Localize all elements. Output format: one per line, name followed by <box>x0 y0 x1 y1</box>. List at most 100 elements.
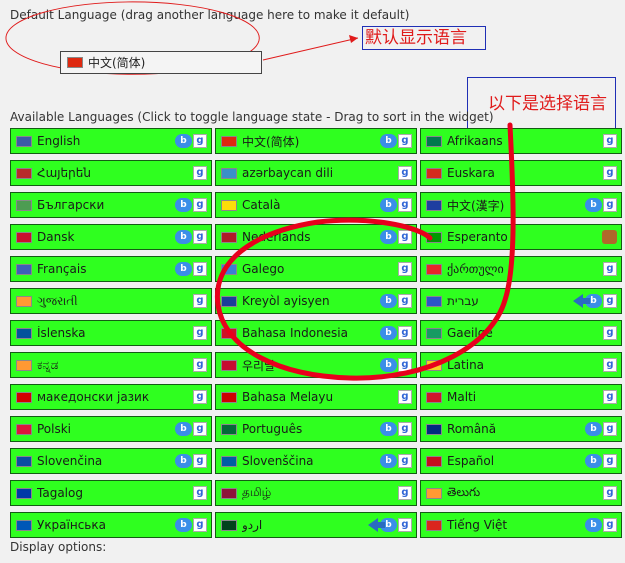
bing-icon: b <box>585 518 602 532</box>
language-item[interactable]: Български b g <box>10 192 212 218</box>
language-item[interactable]: עברית b g <box>420 288 622 314</box>
language-item[interactable]: Bahasa Melayu g <box>215 384 417 410</box>
language-item[interactable]: Bahasa Indonesia b g <box>215 320 417 346</box>
language-item[interactable]: Íslenska g <box>10 320 212 346</box>
language-item[interactable]: اردو b g <box>215 512 417 538</box>
flag-icon <box>221 327 237 339</box>
engine-badges: g <box>603 166 617 180</box>
language-item[interactable]: Português b g <box>215 416 417 442</box>
engine-badges: g <box>398 390 412 404</box>
language-item[interactable]: Tagalog g <box>10 480 212 506</box>
bing-icon: b <box>380 454 397 468</box>
language-item[interactable]: Polski b g <box>10 416 212 442</box>
language-item[interactable]: Latina g <box>420 352 622 378</box>
language-item[interactable]: Slovenčina b g <box>10 448 212 474</box>
google-icon: g <box>603 422 617 436</box>
engine-badges: bg <box>585 454 617 468</box>
language-item[interactable]: Afrikaans g <box>420 128 622 154</box>
engine-badges: g <box>193 326 207 340</box>
google-icon: g <box>193 230 207 244</box>
language-item[interactable]: Français b g <box>10 256 212 282</box>
bing-icon: b <box>380 422 397 436</box>
engine-badges: bg <box>585 422 617 436</box>
language-name: Bahasa Indonesia <box>242 326 348 340</box>
bing-icon: b <box>380 198 397 212</box>
language-name: Íslenska <box>37 326 86 340</box>
flag-icon <box>16 359 32 371</box>
bing-icon: b <box>175 422 192 436</box>
language-item[interactable]: македонски јазик g <box>10 384 212 410</box>
bing-icon: b <box>380 134 397 148</box>
default-language-dropzone[interactable]: 中文(简体) <box>60 51 262 74</box>
google-icon: g <box>193 294 207 308</box>
language-item[interactable]: Esperanto <box>420 224 622 250</box>
engine-badges: g <box>603 358 617 372</box>
language-item[interactable]: Slovenščina b g <box>215 448 417 474</box>
flag-icon <box>221 519 237 531</box>
language-item[interactable]: Español b g <box>420 448 622 474</box>
engine-badges: bg <box>175 454 207 468</box>
language-item[interactable]: Kreyòl ayisyen b g <box>215 288 417 314</box>
flag-icon <box>426 359 442 371</box>
language-item[interactable]: ગુજરાતી g <box>10 288 212 314</box>
language-item[interactable]: Dansk b g <box>10 224 212 250</box>
language-name: Català <box>242 198 281 212</box>
language-name: Tiếng Việt <box>447 518 508 532</box>
annotation-available-note: 以下是选择语言 <box>467 77 616 135</box>
language-item[interactable]: తెలుగు g <box>420 480 622 506</box>
language-item[interactable]: Română b g <box>420 416 622 442</box>
language-item[interactable]: தமிழ் g <box>215 480 417 506</box>
language-grid: English b g 中文(简体) b g Afrikaans g Հայերեն g azərb… <box>10 128 622 538</box>
language-name: Română <box>447 422 497 436</box>
engine-badges: bg <box>368 518 412 532</box>
language-item[interactable]: Հայերեն g <box>10 160 212 186</box>
language-item[interactable]: 中文(简体) b g <box>215 128 417 154</box>
flag-icon <box>221 167 237 179</box>
language-item[interactable]: English b g <box>10 128 212 154</box>
engine-badges: bg <box>380 230 412 244</box>
google-icon: g <box>398 422 412 436</box>
flag-icon <box>16 295 32 307</box>
google-icon: g <box>398 230 412 244</box>
language-item[interactable]: Galego g <box>215 256 417 282</box>
google-icon: g <box>193 390 207 404</box>
google-icon: g <box>193 422 207 436</box>
language-item[interactable]: Українська b g <box>10 512 212 538</box>
engine-badges: g <box>603 486 617 500</box>
available-languages-label: Available Languages (Click to toggle lan… <box>10 110 494 124</box>
language-item[interactable]: Euskara g <box>420 160 622 186</box>
language-item[interactable]: 우리말 b g <box>215 352 417 378</box>
language-item[interactable]: Tiếng Việt b g <box>420 512 622 538</box>
engine-badges: bg <box>175 134 207 148</box>
google-icon: g <box>603 294 617 308</box>
language-item[interactable]: Nederlands b g <box>215 224 417 250</box>
language-item[interactable]: ಕನ್ನಡ g <box>10 352 212 378</box>
language-item[interactable]: ქართული g <box>420 256 622 282</box>
language-name: Українська <box>37 518 106 532</box>
engine-badges: bg <box>585 198 617 212</box>
google-icon: g <box>193 198 207 212</box>
flag-icon <box>16 455 32 467</box>
engine-badges: bg <box>175 422 207 436</box>
rtl-arrow-icon <box>573 294 590 308</box>
bing-icon: b <box>380 230 397 244</box>
google-icon: g <box>603 326 617 340</box>
language-item[interactable]: azərbaycan dili g <box>215 160 417 186</box>
flag-icon <box>221 199 237 211</box>
language-item[interactable]: Gaeilge g <box>420 320 622 346</box>
engine-badges: g <box>603 134 617 148</box>
bing-icon: b <box>175 262 192 276</box>
engine-badges: bg <box>175 230 207 244</box>
engine-badges: g <box>398 486 412 500</box>
google-icon: g <box>398 294 412 308</box>
engine-badges: bg <box>573 294 617 308</box>
language-name: Tagalog <box>37 486 83 500</box>
engine-badges <box>602 230 617 244</box>
google-icon: g <box>398 518 412 532</box>
flag-icon <box>221 231 237 243</box>
language-name: Bahasa Melayu <box>242 390 334 404</box>
language-item[interactable]: Malti g <box>420 384 622 410</box>
language-item[interactable]: Català b g <box>215 192 417 218</box>
google-icon: g <box>193 262 207 276</box>
language-item[interactable]: 中文(漢字) b g <box>420 192 622 218</box>
